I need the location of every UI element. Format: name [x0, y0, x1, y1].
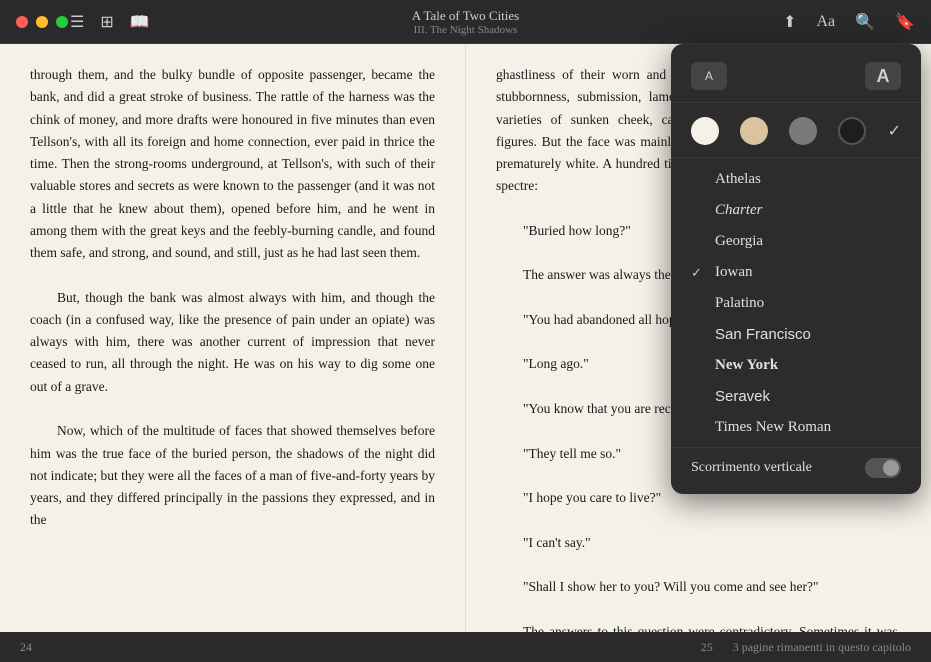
font-decrease-button[interactable]: A [691, 62, 727, 90]
font-item-newyork[interactable]: New York [671, 350, 921, 381]
page-left-text: through them, and the bulky bundle of op… [30, 64, 435, 532]
color-gray[interactable] [789, 117, 817, 145]
font-small-label: A [705, 69, 713, 83]
chapter-remaining: 3 pagine rimanenti in questo capitolo [733, 640, 911, 655]
iowan-check: ✓ [691, 265, 707, 281]
color-row: ✓ [671, 111, 921, 158]
traffic-lights [16, 16, 68, 28]
color-check-mark: ✓ [888, 121, 901, 141]
scroll-label: Scorrimento verticale [691, 460, 812, 476]
share-icon[interactable]: ⬆ [783, 12, 796, 32]
iowan-label: Iowan [715, 264, 753, 281]
toolbar-right: ⬆ Aa 🔍 🔖 [783, 12, 915, 32]
georgia-label: Georgia [715, 233, 763, 250]
list-icon[interactable]: ☰ [70, 12, 84, 32]
page-number-right: 25 [701, 640, 713, 655]
title-center: A Tale of Two Cities III. The Night Shad… [412, 8, 519, 36]
book-subtitle: III. The Night Shadows [412, 24, 519, 36]
color-white[interactable] [691, 117, 719, 145]
minimize-button[interactable] [36, 16, 48, 28]
font-size-row: A A [671, 58, 921, 103]
book-title: A Tale of Two Cities [412, 8, 519, 24]
page-left: through them, and the bulky bundle of op… [0, 44, 466, 632]
font-panel: A A ✓ Athelas Charter Georgia ✓ Iowan [671, 44, 921, 494]
page-info-right: 25 3 pagine rimanenti in questo capitolo [701, 640, 911, 655]
font-item-sf[interactable]: San Francisco [671, 319, 921, 350]
book-icon[interactable]: 📖 [130, 12, 150, 32]
font-item-seravek[interactable]: Seravek [671, 381, 921, 412]
color-dark[interactable] [838, 117, 866, 145]
font-item-georgia[interactable]: Georgia [671, 226, 921, 257]
bookmark-icon[interactable]: 🔖 [895, 12, 915, 32]
font-item-athelas[interactable]: Athelas [671, 164, 921, 195]
font-large-label: A [877, 66, 890, 87]
font-item-palatino[interactable]: Palatino [671, 288, 921, 319]
panel-icon[interactable]: ⊞ [100, 12, 113, 32]
font-item-times[interactable]: Times New Roman [671, 412, 921, 443]
color-sepia[interactable] [740, 117, 768, 145]
font-item-charter[interactable]: Charter [671, 195, 921, 226]
page-number-left: 24 [20, 640, 32, 655]
title-bar: ☰ ⊞ 📖 A Tale of Two Cities III. The Nigh… [0, 0, 931, 44]
font-increase-button[interactable]: A [865, 62, 901, 90]
palatino-label: Palatino [715, 295, 764, 312]
scroll-row: Scorrimento verticale [671, 447, 921, 484]
close-button[interactable] [16, 16, 28, 28]
toggle-knob [883, 460, 899, 476]
search-icon[interactable]: 🔍 [855, 12, 875, 32]
charter-label: Charter [715, 202, 763, 219]
maximize-button[interactable] [56, 16, 68, 28]
toolbar-left: ☰ ⊞ 📖 [70, 12, 150, 32]
sf-label: San Francisco [715, 326, 811, 343]
seravek-label: Seravek [715, 388, 770, 405]
page-number-bar: 24 25 3 pagine rimanenti in questo capit… [0, 632, 931, 662]
scroll-toggle[interactable] [865, 458, 901, 478]
font-item-iowan[interactable]: ✓ Iowan [671, 257, 921, 288]
newyork-label: New York [715, 357, 778, 374]
athelas-label: Athelas [715, 171, 761, 188]
times-label: Times New Roman [715, 419, 831, 436]
font-size-icon[interactable]: Aa [817, 13, 836, 31]
font-list: Athelas Charter Georgia ✓ Iowan Palatino… [671, 164, 921, 443]
